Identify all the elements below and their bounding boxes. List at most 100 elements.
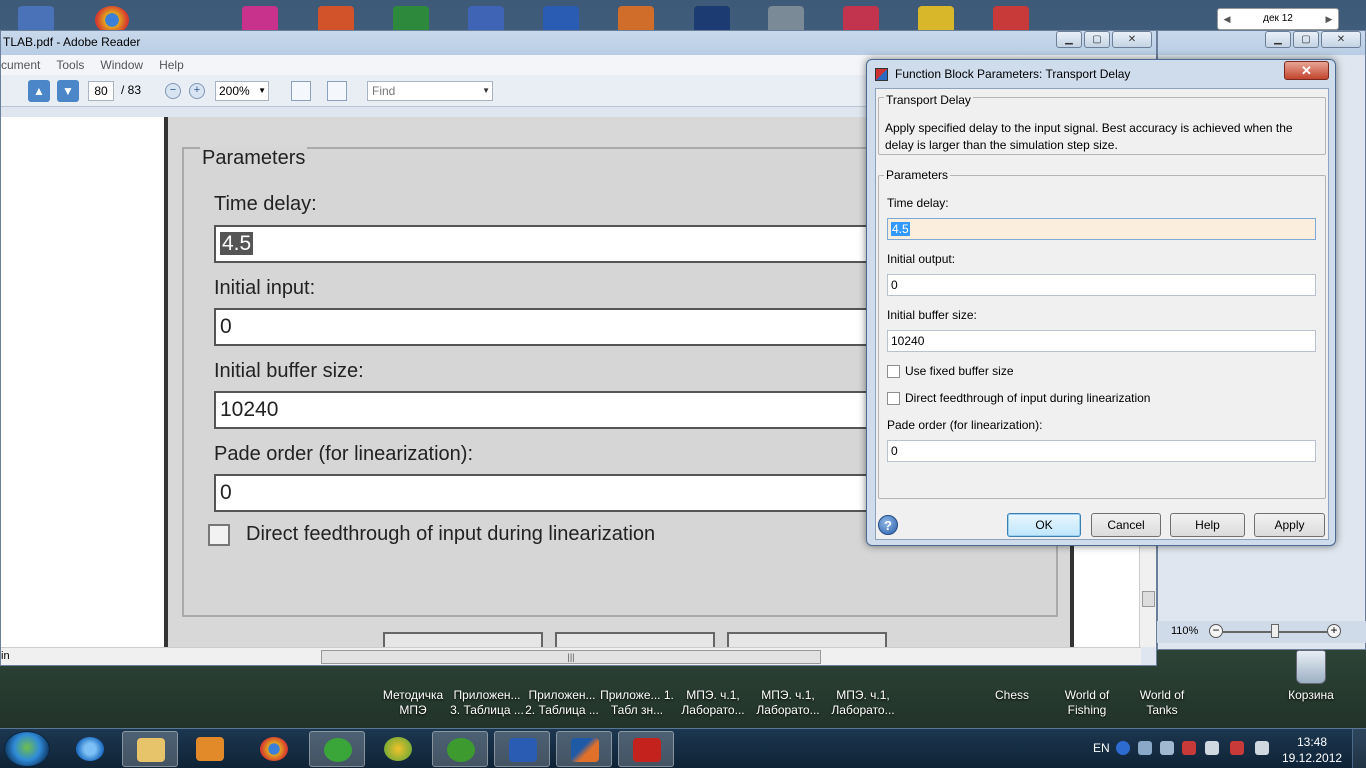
prev-arrow-icon[interactable]: ◀ xyxy=(1220,9,1234,29)
taskbar-matlab[interactable] xyxy=(556,731,612,767)
recycle-bin-icon[interactable] xyxy=(1296,650,1326,684)
help-button[interactable]: Help xyxy=(1170,513,1245,537)
previous-page-icon[interactable]: ▲ xyxy=(28,80,50,102)
initial-output-label: Initial output: xyxy=(887,252,956,266)
menu-document[interactable]: cument xyxy=(1,58,40,72)
chevron-down-icon: ▼ xyxy=(258,86,266,95)
desktop-shortcut[interactable]: Методичка МПЭ xyxy=(376,688,450,718)
cancel-button[interactable]: Cancel xyxy=(1091,513,1161,537)
time-delay-label: Time delay: xyxy=(887,196,949,210)
page-number-input[interactable]: 80 xyxy=(88,81,114,101)
taskbar-internet-explorer[interactable] xyxy=(62,731,118,767)
calendar-widget[interactable]: ◀ дек 12 ▶ xyxy=(1217,8,1339,30)
action-center-icon[interactable] xyxy=(1205,741,1219,755)
doc-checkbox-label: Direct feedthrough of input during linea… xyxy=(246,523,656,545)
direct-feedthrough-checkbox[interactable] xyxy=(887,392,900,405)
zoom-out-icon[interactable]: − xyxy=(1209,624,1223,638)
taskbar-media-player[interactable] xyxy=(182,731,238,767)
zoom-out-icon[interactable]: − xyxy=(165,83,181,99)
utorrent-icon xyxy=(447,738,475,762)
fit-page-icon[interactable] xyxy=(327,81,347,101)
taskbar-clock[interactable]: 13:48 19.12.2012 xyxy=(1282,734,1342,766)
taskbar-adobe-reader[interactable] xyxy=(618,731,674,767)
zoom-value: 200% xyxy=(219,84,250,98)
minimize-button[interactable]: ▁ xyxy=(1056,31,1082,48)
dialog-close-button[interactable]: ✕ xyxy=(1284,61,1329,80)
menu-window[interactable]: Window xyxy=(100,58,143,72)
simulink-block-icon xyxy=(875,68,888,81)
menu-tools[interactable]: Tools xyxy=(56,58,84,72)
volume-icon[interactable] xyxy=(1255,741,1269,755)
page-total: / 83 xyxy=(121,83,142,97)
taskbar-word[interactable] xyxy=(494,731,550,767)
doc-field: 0 xyxy=(214,308,894,346)
desktop-shortcut-world-of-tanks[interactable]: World of Tanks xyxy=(1125,688,1199,718)
tray-icon[interactable] xyxy=(1138,741,1152,755)
fixed-buffer-label[interactable]: Use fixed buffer size xyxy=(905,364,1014,378)
next-page-icon[interactable]: ▼ xyxy=(57,80,79,102)
scrollbar-thumb[interactable]: ||| xyxy=(321,650,821,664)
background-window-title[interactable]: ▁ ▢ ✕ xyxy=(1158,31,1365,55)
initial-output-input[interactable]: 0 xyxy=(887,274,1316,296)
apply-button[interactable]: Apply xyxy=(1254,513,1325,537)
pade-order-input[interactable]: 0 xyxy=(887,440,1316,462)
taskbar-app[interactable] xyxy=(370,731,426,767)
zoom-slider-knob[interactable] xyxy=(1271,624,1279,638)
desktop-shortcut-chess[interactable]: Chess xyxy=(975,688,1049,703)
doc-field: 4.5 xyxy=(214,225,894,263)
app-icon xyxy=(384,737,412,761)
show-hidden-icons[interactable] xyxy=(1160,741,1174,755)
desktop-shortcut-world-of-fishing[interactable]: World of Fishing xyxy=(1050,688,1124,718)
fit-width-icon[interactable] xyxy=(291,81,311,101)
zoom-select[interactable]: 200% ▼ xyxy=(215,81,269,101)
desktop-shortcut[interactable]: Приложен... 3. Таблица ... xyxy=(450,688,524,718)
start-button[interactable] xyxy=(4,731,50,767)
close-button[interactable]: ✕ xyxy=(1321,31,1361,48)
media-player-icon xyxy=(196,737,224,761)
chevron-down-icon[interactable]: ▼ xyxy=(482,82,490,100)
network-icon[interactable] xyxy=(1182,741,1196,755)
time-delay-input[interactable]: 4.5 xyxy=(887,218,1316,240)
zoom-percent: 110% xyxy=(1171,625,1199,637)
reader-window-controls: ▁ ▢ ✕ xyxy=(1056,31,1152,48)
taskbar-utorrent[interactable] xyxy=(432,731,488,767)
desktop-shortcut[interactable]: Приложен... 2. Таблица ... xyxy=(525,688,599,718)
buffer-size-input[interactable]: 10240 xyxy=(887,330,1316,352)
desktop-shortcut-recycle-bin[interactable]: Корзина xyxy=(1274,688,1348,703)
scrollbar-thumb[interactable] xyxy=(1142,591,1155,607)
maximize-button[interactable]: ▢ xyxy=(1084,31,1110,48)
help-icon[interactable]: ? xyxy=(878,515,898,535)
reader-title-bar[interactable]: TLAB.pdf - Adobe Reader ▁ ▢ ✕ xyxy=(1,31,1156,55)
ok-button[interactable]: OK xyxy=(1007,513,1081,537)
folder-icon xyxy=(137,738,165,762)
desktop-shortcut[interactable]: МПЭ. ч.1, Лаборато... xyxy=(676,688,750,718)
minimize-button[interactable]: ▁ xyxy=(1265,31,1291,48)
block-description: Apply specified delay to the input signa… xyxy=(885,121,1293,152)
signal-icon[interactable] xyxy=(1230,741,1244,755)
show-desktop-button[interactable] xyxy=(1352,729,1366,768)
taskbar-chrome[interactable] xyxy=(246,731,302,767)
next-arrow-icon[interactable]: ▶ xyxy=(1322,9,1336,29)
fixed-buffer-checkbox[interactable] xyxy=(887,365,900,378)
internet-explorer-icon xyxy=(76,737,104,761)
direct-feedthrough-label[interactable]: Direct feedthrough of input during linea… xyxy=(905,391,1150,405)
maximize-button[interactable]: ▢ xyxy=(1293,31,1319,48)
desktop-shortcut[interactable]: Приложе... 1. Табл зн... xyxy=(600,688,674,718)
zoom-in-icon[interactable]: + xyxy=(189,83,205,99)
taskbar-mail-agent[interactable] xyxy=(309,731,365,767)
find-input[interactable]: Find ▼ xyxy=(367,81,493,101)
clock-date: 19.12.2012 xyxy=(1282,751,1343,765)
doc-label: Initial buffer size: xyxy=(214,360,364,382)
dialog-title-bar[interactable]: Function Block Parameters: Transport Del… xyxy=(867,60,1335,86)
taskbar-explorer[interactable] xyxy=(122,731,178,767)
language-indicator[interactable]: EN xyxy=(1093,741,1110,755)
horizontal-scrollbar[interactable]: in ||| xyxy=(1,647,1141,665)
calendar-month-label: дек 12 xyxy=(1263,13,1293,24)
close-button[interactable]: ✕ xyxy=(1112,31,1152,48)
desktop-shortcut[interactable]: МПЭ. ч.1, Лаборато... xyxy=(826,688,900,718)
zoom-in-icon[interactable]: + xyxy=(1327,624,1341,638)
help-tray-icon[interactable] xyxy=(1116,741,1130,755)
menu-help[interactable]: Help xyxy=(159,58,184,72)
desktop-shortcut[interactable]: МПЭ. ч.1, Лаборато... xyxy=(751,688,825,718)
dialog-title: Function Block Parameters: Transport Del… xyxy=(895,67,1131,81)
